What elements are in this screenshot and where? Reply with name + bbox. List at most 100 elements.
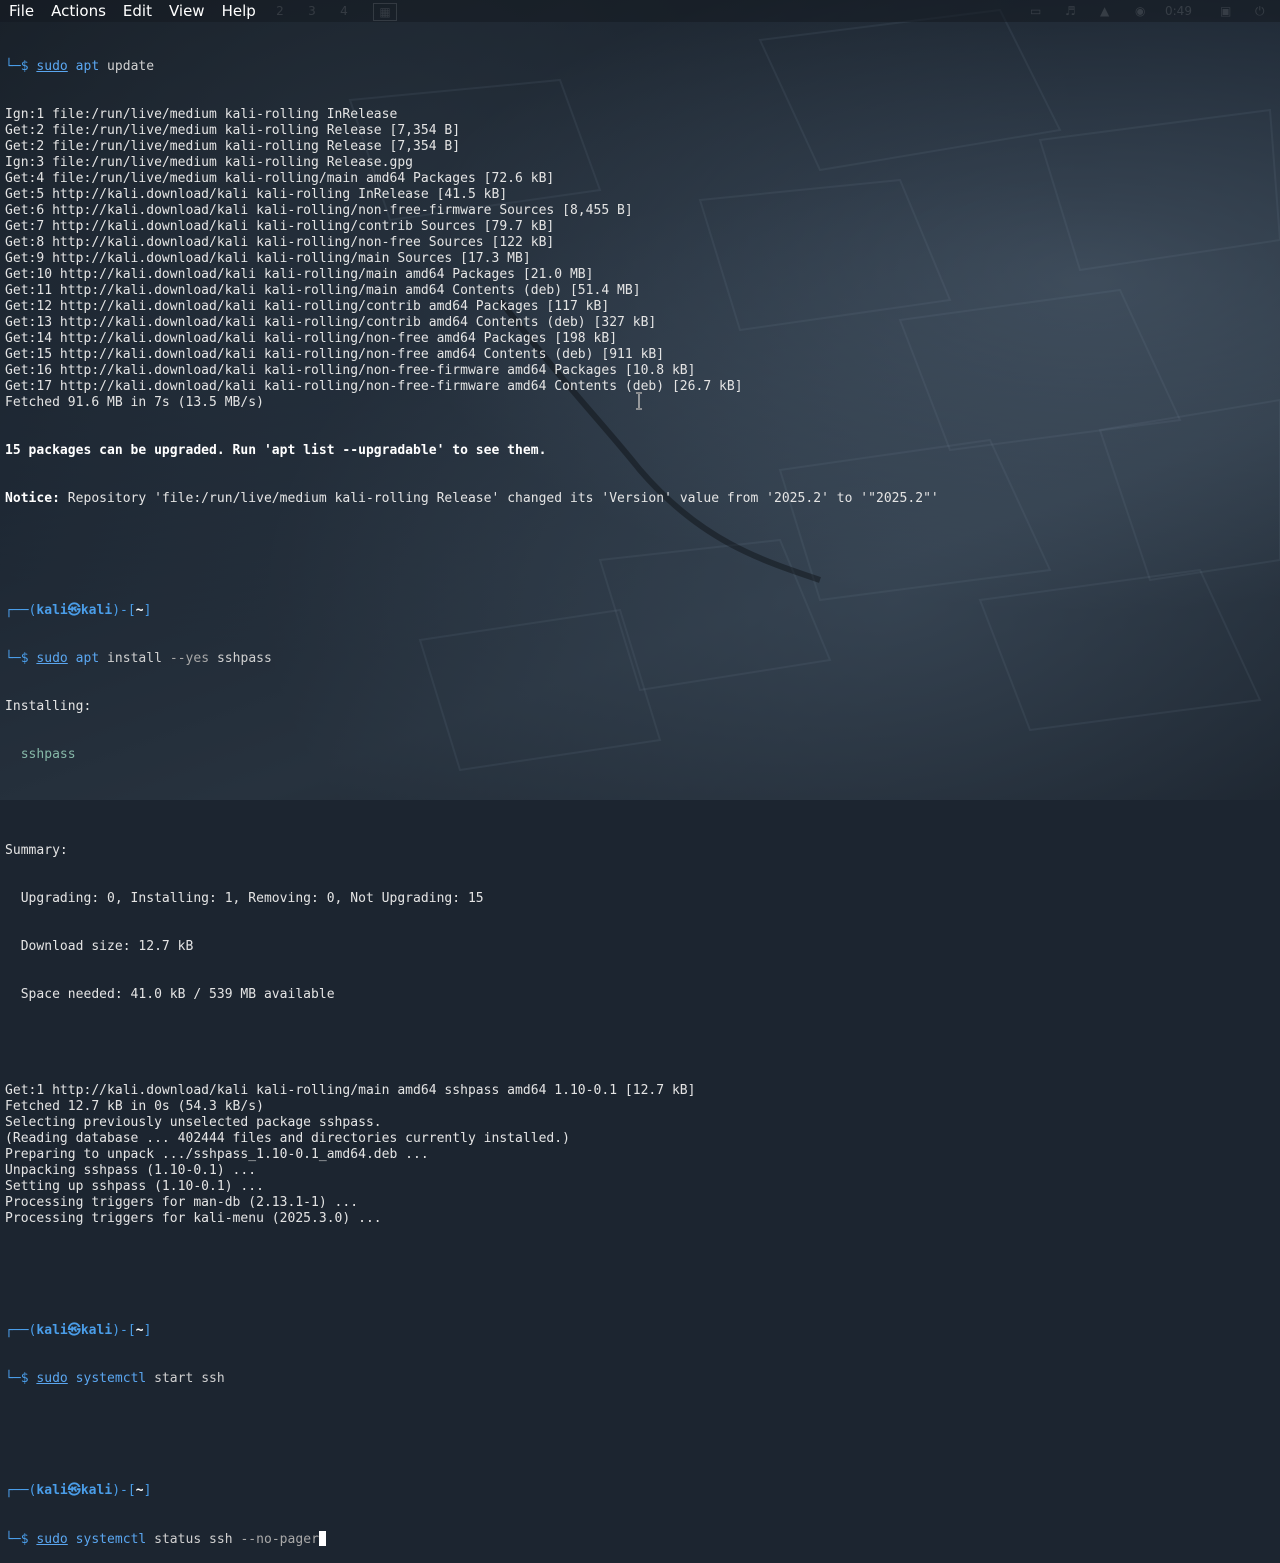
apt-keyword: apt — [75, 59, 100, 74]
output-line: Get:8 http://kali.download/kali kali-rol… — [5, 235, 555, 250]
workspace-2[interactable]: 2 — [269, 3, 291, 19]
output-line: Get:15 http://kali.download/kali kali-ro… — [5, 347, 665, 362]
systemctl-keyword: systemctl — [75, 1371, 147, 1386]
mouse-ibeam-cursor-icon — [636, 392, 642, 410]
notice-text: Repository 'file:/run/live/medium kali-r… — [59, 491, 939, 506]
summary-line: Upgrading: 0, Installing: 1, Removing: 0… — [5, 891, 484, 906]
output-line: Get:5 http://kali.download/kali kali-rol… — [5, 187, 508, 202]
power-icon[interactable]: ⏻ — [1255, 3, 1265, 19]
menu-view[interactable]: View — [160, 0, 213, 22]
output-line: Get:2 file:/run/live/medium kali-rolling… — [5, 139, 461, 154]
summary-line: Download size: 12.7 kB — [5, 939, 194, 954]
output-line: Fetched 12.7 kB in 0s (54.3 kB/s) — [5, 1099, 264, 1114]
notice-label: Notice: — [5, 491, 60, 506]
prompt-line-head: ┌──(kali㉿kali)-[~] — [5, 1323, 152, 1338]
prompt-at-icon: ㉿ — [67, 603, 81, 618]
output-line: Get:7 http://kali.download/kali kali-rol… — [5, 219, 555, 234]
prompt-dir: ~ — [135, 603, 144, 618]
output-line: Get:4 file:/run/live/medium kali-rolling… — [5, 171, 555, 186]
prompt-host: kali — [80, 1323, 113, 1338]
output-line: Get:12 http://kali.download/kali kali-ro… — [5, 299, 610, 314]
lock-icon[interactable]: ▣ — [1220, 3, 1231, 19]
command-text: update — [107, 59, 155, 74]
output-line: Get:1 http://kali.download/kali kali-rol… — [5, 1083, 696, 1098]
command-arg: sshpass — [216, 651, 272, 666]
prompt-dir: ~ — [135, 1483, 144, 1498]
output-line: Get:16 http://kali.download/kali kali-ro… — [5, 363, 696, 378]
prompt-user: kali — [36, 603, 68, 618]
output-line: Unpacking sshpass (1.10-0.1) ... — [5, 1163, 257, 1178]
command-option: --no-pager — [240, 1532, 319, 1547]
prompt-host: kali — [80, 603, 113, 618]
prompt-at-icon: ㉿ — [67, 1483, 81, 1498]
command-text: status ssh — [146, 1532, 233, 1547]
output-line: Get:10 http://kali.download/kali kali-ro… — [5, 267, 594, 282]
menu-file[interactable]: File — [0, 0, 42, 22]
update-output: Ign:1 file:/run/live/medium kali-rolling… — [5, 107, 1275, 411]
command-option: --yes — [169, 651, 210, 666]
prompt-user: kali — [36, 1483, 68, 1498]
menu-bar: File Actions Edit View Help — [0, 0, 1280, 22]
notice-line: Notice: Repository 'file:/run/live/mediu… — [5, 491, 1275, 507]
sudo-keyword: sudo — [36, 651, 68, 666]
output-line: Get:6 http://kali.download/kali kali-rol… — [5, 203, 633, 218]
prompt-dir: ~ — [135, 1323, 144, 1338]
sudo-keyword: sudo — [36, 1532, 68, 1547]
output-line: Preparing to unpack .../sshpass_1.10-0.1… — [5, 1147, 429, 1162]
prompt-line-update: └─$ sudo apt update — [5, 59, 1275, 75]
output-line: Setting up sshpass (1.10-0.1) ... — [5, 1179, 264, 1194]
prompt-line-head: ┌──(kali㉿kali)-[~] — [5, 1483, 152, 1498]
notification-bell-icon[interactable]: ▲ — [1100, 3, 1109, 19]
upgradable-message: 15 packages can be upgraded. Run 'apt li… — [5, 443, 547, 458]
display-icon[interactable]: ▭ — [1030, 3, 1041, 19]
network-icon[interactable]: ◉ — [1135, 3, 1145, 19]
prompt-line-status: └─$ sudo systemctl status ssh --no-pager — [5, 1531, 1275, 1547]
install-output: Get:1 http://kali.download/kali kali-rol… — [5, 1083, 1275, 1227]
workspace-1[interactable]: 1 — [237, 3, 259, 19]
output-line: Ign:3 file:/run/live/medium kali-rolling… — [5, 155, 414, 170]
output-line: Get:13 http://kali.download/kali kali-ro… — [5, 315, 657, 330]
output-line: Processing triggers for man-db (2.13.1-1… — [5, 1195, 359, 1210]
output-line: Get:11 http://kali.download/kali kali-ro… — [5, 283, 641, 298]
command-text: install — [107, 651, 162, 666]
summary-label: Summary: — [5, 843, 68, 858]
text-cursor — [318, 1531, 326, 1546]
systemctl-keyword: systemctl — [75, 1532, 147, 1547]
menu-actions[interactable]: Actions — [42, 0, 114, 22]
prompt-line-install: └─$ sudo apt install --yes sshpass — [5, 651, 1275, 667]
output-line: Ign:1 file:/run/live/medium kali-rolling… — [5, 107, 398, 122]
prompt-tail: └─$ — [5, 1532, 37, 1547]
volume-icon[interactable]: ♬ — [1065, 3, 1076, 19]
workspace-3[interactable]: 3 — [301, 3, 323, 19]
prompt-tail: └─$ — [5, 1371, 37, 1386]
output-line: Get:9 http://kali.download/kali kali-rol… — [5, 251, 531, 266]
clock[interactable]: 0:49 — [1165, 3, 1192, 19]
sudo-keyword: sudo — [36, 1371, 68, 1386]
installing-package: sshpass — [5, 747, 76, 762]
prompt-line-head: ┌──(kali㉿kali)-[~] — [5, 603, 152, 618]
installing-label: Installing: — [5, 699, 92, 714]
prompt-line-start: └─$ sudo systemctl start ssh — [5, 1371, 1275, 1387]
output-line: (Reading database ... 402444 files and d… — [5, 1131, 570, 1146]
sudo-keyword: sudo — [36, 59, 68, 74]
command-text: start ssh — [146, 1371, 225, 1386]
terminal-output[interactable]: └─$ sudo apt update Ign:1 file:/run/live… — [5, 27, 1275, 1563]
prompt-at-icon: ㉿ — [67, 1323, 81, 1338]
output-line: Get:2 file:/run/live/medium kali-rolling… — [5, 123, 461, 138]
prompt-user: kali — [36, 1323, 68, 1338]
apt-keyword: apt — [75, 651, 100, 666]
summary-line: Space needed: 41.0 kB / 539 MB available — [5, 987, 335, 1002]
prompt-tail: └─$ — [5, 59, 37, 74]
menu-edit[interactable]: Edit — [114, 0, 160, 22]
prompt-host: kali — [80, 1483, 113, 1498]
output-line: Get:14 http://kali.download/kali kali-ro… — [5, 331, 618, 346]
output-line: Selecting previously unselected package … — [5, 1115, 382, 1130]
output-line: Processing triggers for kali-menu (2025.… — [5, 1211, 382, 1226]
terminal-window-icon[interactable]: ▦ — [373, 3, 397, 21]
workspace-4[interactable]: 4 — [333, 3, 355, 19]
